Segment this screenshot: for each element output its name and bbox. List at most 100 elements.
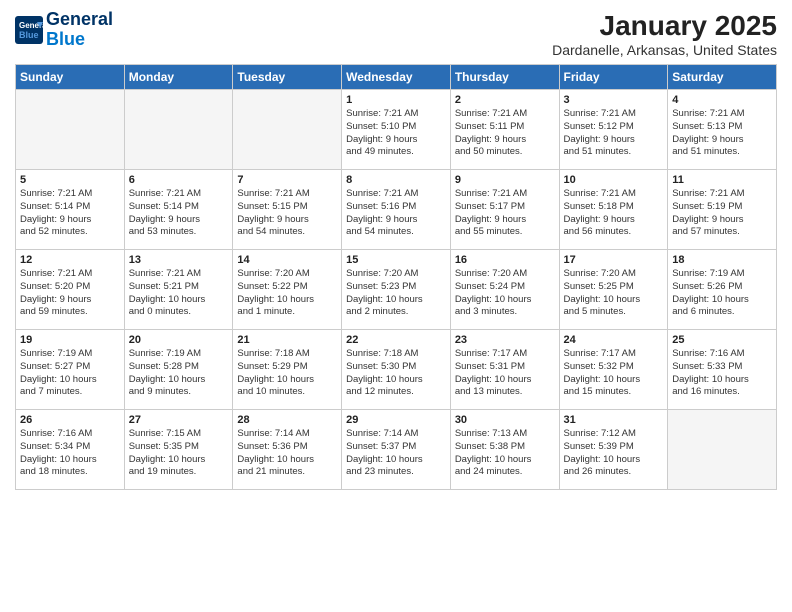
day-number: 8 <box>346 174 446 186</box>
calendar-cell: 25Sunrise: 7:16 AM Sunset: 5:33 PM Dayli… <box>668 330 777 410</box>
day-info: Sunrise: 7:15 AM Sunset: 5:35 PM Dayligh… <box>129 428 229 479</box>
logo: General Blue GeneralBlue <box>15 10 113 50</box>
day-info: Sunrise: 7:17 AM Sunset: 5:31 PM Dayligh… <box>455 348 555 399</box>
calendar-cell: 21Sunrise: 7:18 AM Sunset: 5:29 PM Dayli… <box>233 330 342 410</box>
calendar-cell: 30 Sunrise: 7:13 AM Sunset: 5:38 PM Dayli… <box>450 410 559 490</box>
header: General Blue GeneralBlue January 2025 Da… <box>15 10 777 58</box>
header-wednesday: Wednesday <box>342 65 451 90</box>
day-info: Sunrise: 7:21 AM Sunset: 5:10 PM Dayligh… <box>346 108 446 159</box>
day-info: Sunrise: 7:20 AM Sunset: 5:22 PM Dayligh… <box>237 268 337 319</box>
day-info: Sunrise: 7:19 AM Sunset: 5:27 PM Dayligh… <box>20 348 120 399</box>
calendar-cell: 1 Sunrise: 7:21 AM Sunset: 5:10 PM Daylig… <box>342 90 451 170</box>
day-number: 17 <box>564 254 664 266</box>
day-info: Sunrise: 7:21 AM Sunset: 5:20 PM Dayligh… <box>20 268 120 319</box>
day-number: 11 <box>672 174 772 186</box>
day-number: 18 <box>672 254 772 266</box>
logo-text: GeneralBlue <box>46 10 113 50</box>
calendar-cell: 23 Sunrise: 7:17 AM Sunset: 5:31 PM Dayli… <box>450 330 559 410</box>
calendar-cell: 8 Sunrise: 7:21 AM Sunset: 5:16 PM Daylig… <box>342 170 451 250</box>
day-number: 26 <box>20 414 120 426</box>
day-number: 30 <box>455 414 555 426</box>
calendar-cell: 27Sunrise: 7:15 AM Sunset: 5:35 PM Dayli… <box>124 410 233 490</box>
calendar-cell: 3Sunrise: 7:21 AM Sunset: 5:12 PM Daylig… <box>559 90 668 170</box>
calendar-cell: 2Sunrise: 7:21 AM Sunset: 5:11 PM Daylig… <box>450 90 559 170</box>
calendar-cell <box>16 90 125 170</box>
calendar-cell: 13Sunrise: 7:21 AM Sunset: 5:21 PM Dayli… <box>124 250 233 330</box>
day-info: Sunrise: 7:13 AM Sunset: 5:38 PM Dayligh… <box>455 428 555 479</box>
day-number: 31 <box>564 414 664 426</box>
header-sunday: Sunday <box>16 65 125 90</box>
day-info: Sunrise: 7:20 AM Sunset: 5:24 PM Dayligh… <box>455 268 555 319</box>
day-number: 13 <box>129 254 229 266</box>
month-title: January 2025 <box>552 10 777 42</box>
header-monday: Monday <box>124 65 233 90</box>
day-number: 2 <box>455 94 555 106</box>
day-info: Sunrise: 7:20 AM Sunset: 5:25 PM Dayligh… <box>564 268 664 319</box>
day-info: Sunrise: 7:19 AM Sunset: 5:28 PM Dayligh… <box>129 348 229 399</box>
calendar-week-row: 5Sunrise: 7:21 AM Sunset: 5:14 PM Daylig… <box>16 170 777 250</box>
day-number: 3 <box>564 94 664 106</box>
calendar-cell: 22 Sunrise: 7:18 AM Sunset: 5:30 PM Dayli… <box>342 330 451 410</box>
header-friday: Friday <box>559 65 668 90</box>
day-info: Sunrise: 7:19 AM Sunset: 5:26 PM Dayligh… <box>672 268 772 319</box>
day-number: 10 <box>564 174 664 186</box>
calendar-cell: 31 Sunrise: 7:12 AM Sunset: 5:39 PM Dayli… <box>559 410 668 490</box>
title-block: January 2025 Dardanelle, Arkansas, Unite… <box>552 10 777 58</box>
day-info: Sunrise: 7:20 AM Sunset: 5:23 PM Dayligh… <box>346 268 446 319</box>
day-info: Sunrise: 7:18 AM Sunset: 5:30 PM Dayligh… <box>346 348 446 399</box>
day-number: 24 <box>564 334 664 346</box>
calendar-cell: 10 Sunrise: 7:21 AM Sunset: 5:18 PM Dayli… <box>559 170 668 250</box>
day-number: 19 <box>20 334 120 346</box>
weekday-header-row: Sunday Monday Tuesday Wednesday Thursday… <box>16 65 777 90</box>
svg-text:Blue: Blue <box>19 30 39 40</box>
location-title: Dardanelle, Arkansas, United States <box>552 42 777 58</box>
day-info: Sunrise: 7:21 AM Sunset: 5:18 PM Dayligh… <box>564 188 664 239</box>
header-thursday: Thursday <box>450 65 559 90</box>
calendar-week-row: 12 Sunrise: 7:21 AM Sunset: 5:20 PM Dayli… <box>16 250 777 330</box>
day-number: 22 <box>346 334 446 346</box>
day-info: Sunrise: 7:21 AM Sunset: 5:17 PM Dayligh… <box>455 188 555 239</box>
day-number: 4 <box>672 94 772 106</box>
day-info: Sunrise: 7:21 AM Sunset: 5:13 PM Dayligh… <box>672 108 772 159</box>
day-number: 6 <box>129 174 229 186</box>
day-info: Sunrise: 7:21 AM Sunset: 5:19 PM Dayligh… <box>672 188 772 239</box>
day-number: 9 <box>455 174 555 186</box>
calendar-week-row: 26 Sunrise: 7:16 AM Sunset: 5:34 PM Dayli… <box>16 410 777 490</box>
day-info: Sunrise: 7:21 AM Sunset: 5:14 PM Dayligh… <box>20 188 120 239</box>
calendar-cell: 5Sunrise: 7:21 AM Sunset: 5:14 PM Daylig… <box>16 170 125 250</box>
day-info: Sunrise: 7:12 AM Sunset: 5:39 PM Dayligh… <box>564 428 664 479</box>
calendar-cell <box>233 90 342 170</box>
day-info: Sunrise: 7:21 AM Sunset: 5:16 PM Dayligh… <box>346 188 446 239</box>
day-info: Sunrise: 7:17 AM Sunset: 5:32 PM Dayligh… <box>564 348 664 399</box>
calendar-cell: 28Sunrise: 7:14 AM Sunset: 5:36 PM Dayli… <box>233 410 342 490</box>
calendar-cell <box>668 410 777 490</box>
calendar-cell: 29 Sunrise: 7:14 AM Sunset: 5:37 PM Dayli… <box>342 410 451 490</box>
logo-icon: General Blue <box>15 16 43 44</box>
calendar-cell: 20 Sunrise: 7:19 AM Sunset: 5:28 PM Dayli… <box>124 330 233 410</box>
day-number: 12 <box>20 254 120 266</box>
calendar-cell: 4 Sunrise: 7:21 AM Sunset: 5:13 PM Daylig… <box>668 90 777 170</box>
calendar-cell: 24 Sunrise: 7:17 AM Sunset: 5:32 PM Dayli… <box>559 330 668 410</box>
day-number: 16 <box>455 254 555 266</box>
header-tuesday: Tuesday <box>233 65 342 90</box>
day-info: Sunrise: 7:21 AM Sunset: 5:14 PM Dayligh… <box>129 188 229 239</box>
calendar-week-row: 1 Sunrise: 7:21 AM Sunset: 5:10 PM Daylig… <box>16 90 777 170</box>
calendar-week-row: 19 Sunrise: 7:19 AM Sunset: 5:27 PM Dayli… <box>16 330 777 410</box>
day-info: Sunrise: 7:16 AM Sunset: 5:33 PM Dayligh… <box>672 348 772 399</box>
day-number: 29 <box>346 414 446 426</box>
day-number: 1 <box>346 94 446 106</box>
day-number: 14 <box>237 254 337 266</box>
calendar-cell: 16 Sunrise: 7:20 AM Sunset: 5:24 PM Dayli… <box>450 250 559 330</box>
day-number: 15 <box>346 254 446 266</box>
calendar-cell: 12 Sunrise: 7:21 AM Sunset: 5:20 PM Dayli… <box>16 250 125 330</box>
day-number: 20 <box>129 334 229 346</box>
calendar-cell: 7Sunrise: 7:21 AM Sunset: 5:15 PM Daylig… <box>233 170 342 250</box>
calendar-cell: 26 Sunrise: 7:16 AM Sunset: 5:34 PM Dayli… <box>16 410 125 490</box>
calendar-cell: 18 Sunrise: 7:19 AM Sunset: 5:26 PM Dayli… <box>668 250 777 330</box>
calendar-cell: 14 Sunrise: 7:20 AM Sunset: 5:22 PM Dayli… <box>233 250 342 330</box>
calendar-table: Sunday Monday Tuesday Wednesday Thursday… <box>15 64 777 490</box>
day-info: Sunrise: 7:16 AM Sunset: 5:34 PM Dayligh… <box>20 428 120 479</box>
day-info: Sunrise: 7:14 AM Sunset: 5:37 PM Dayligh… <box>346 428 446 479</box>
day-info: Sunrise: 7:14 AM Sunset: 5:36 PM Dayligh… <box>237 428 337 479</box>
day-number: 23 <box>455 334 555 346</box>
